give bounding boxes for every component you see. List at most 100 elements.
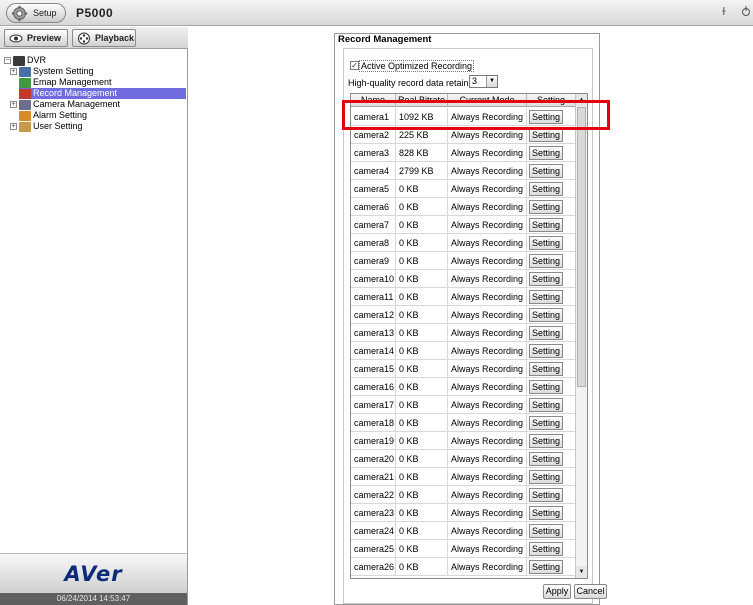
setting-button[interactable]: Setting [529,524,563,538]
table-row[interactable]: camera5 0 KB Always Recording Setting [351,180,575,198]
current-mode: Always Recording [448,234,527,252]
setting-button[interactable]: Setting [529,488,563,502]
setting-button[interactable]: Setting [529,542,563,556]
scroll-up-icon[interactable]: ▲ [576,94,587,106]
tree-node-user-setting[interactable]: + User Setting [10,121,83,132]
expand-icon[interactable]: + [10,68,17,76]
setting-cell: Setting [527,360,575,378]
setting-cell: Setting [527,540,575,558]
real-bitrate: 0 KB [396,558,448,576]
table-row[interactable]: camera18 0 KB Always Recording Setting [351,414,575,432]
camera-name: camera9 [351,252,396,270]
real-bitrate: 828 KB [396,144,448,162]
table-row[interactable]: camera22 0 KB Always Recording Setting [351,486,575,504]
scroll-thumb[interactable] [577,107,586,387]
tree-node-camera-management[interactable]: + Camera Management [10,99,120,110]
setting-button[interactable]: Setting [529,254,563,268]
setting-button[interactable]: Setting [529,560,563,574]
active-optimized-checkbox[interactable]: ✓ [350,61,359,70]
table-row[interactable]: camera15 0 KB Always Recording Setting [351,360,575,378]
table-row[interactable]: camera19 0 KB Always Recording Setting [351,432,575,450]
setting-button[interactable]: Setting [529,470,563,484]
setting-button[interactable]: Setting [529,218,563,232]
table-row[interactable]: camera14 0 KB Always Recording Setting [351,342,575,360]
table-row[interactable]: camera1 1092 KB Always Recording Setting [351,108,575,126]
setting-button[interactable]: Setting [529,290,563,304]
column-header-bitrate[interactable]: Real Bitrate [396,94,448,107]
table-row[interactable]: camera12 0 KB Always Recording Setting [351,306,575,324]
alarm-icon [19,110,31,121]
column-header-setting[interactable]: Setting [527,94,575,107]
setting-button[interactable]: Setting [529,128,563,142]
playback-button[interactable]: Playback [72,29,136,47]
preview-button[interactable]: Preview [4,29,68,47]
setting-button[interactable]: Setting [529,200,563,214]
table-row[interactable]: camera10 0 KB Always Recording Setting [351,270,575,288]
setting-button[interactable]: Setting [529,398,563,412]
setting-button[interactable]: Setting [529,308,563,322]
tree-node-alarm-setting[interactable]: Alarm Setting [19,110,87,121]
expand-icon[interactable]: + [10,101,17,109]
camera-name: camera3 [351,144,396,162]
setting-button[interactable]: Setting [529,362,563,376]
setting-button[interactable]: Setting [529,452,563,466]
tree-node-dvr[interactable]: − DVR [4,55,46,66]
camera-name: camera1 [351,108,396,126]
expand-icon[interactable]: + [10,123,17,131]
collapse-icon[interactable]: − [4,57,11,65]
retain-days-select[interactable]: 3 ▼ [469,75,498,88]
camera-name: camera24 [351,522,396,540]
setting-button[interactable]: Setting [529,434,563,448]
setting-cell: Setting [527,486,575,504]
setup-button[interactable]: Setup [6,3,66,23]
table-row[interactable]: camera13 0 KB Always Recording Setting [351,324,575,342]
camera-name: camera26 [351,558,396,576]
tree-node-emap-management[interactable]: Emap Management [19,77,112,88]
chevron-down-icon[interactable]: ▼ [486,76,497,87]
setting-button[interactable]: Setting [529,506,563,520]
product-title: P5000 [76,6,114,20]
table-row[interactable]: camera4 2799 KB Always Recording Setting [351,162,575,180]
table-row[interactable]: camera26 0 KB Always Recording Setting [351,558,575,576]
table-row[interactable]: camera9 0 KB Always Recording Setting [351,252,575,270]
tree-label: User Setting [33,121,83,131]
real-bitrate: 0 KB [396,432,448,450]
scroll-down-icon[interactable]: ▼ [576,566,587,578]
table-row[interactable]: camera20 0 KB Always Recording Setting [351,450,575,468]
setting-button[interactable]: Setting [529,182,563,196]
tree-node-record-management[interactable]: Record Management [19,88,186,99]
table-row[interactable]: camera3 828 KB Always Recording Setting [351,144,575,162]
apply-button[interactable]: Apply [543,584,571,599]
setting-button[interactable]: Setting [529,380,563,394]
camera-name: camera22 [351,486,396,504]
tree-node-system-setting[interactable]: + System Setting [10,66,94,77]
table-row[interactable]: camera17 0 KB Always Recording Setting [351,396,575,414]
power-icon[interactable] [741,5,751,17]
setting-button[interactable]: Setting [529,236,563,250]
setting-button[interactable]: Setting [529,164,563,178]
setting-button[interactable]: Setting [529,146,563,160]
setting-button[interactable]: Setting [529,326,563,340]
setting-button[interactable]: Setting [529,344,563,358]
column-header-mode[interactable]: Current Mode [448,94,527,107]
table-row[interactable]: camera21 0 KB Always Recording Setting [351,468,575,486]
current-mode: Always Recording [448,540,527,558]
column-header-name[interactable]: Name [351,94,396,107]
cancel-button[interactable]: Cancel [574,584,607,599]
table-row[interactable]: camera6 0 KB Always Recording Setting [351,198,575,216]
setting-button[interactable]: Setting [529,110,563,124]
table-row[interactable]: camera24 0 KB Always Recording Setting [351,522,575,540]
table-row[interactable]: camera23 0 KB Always Recording Setting [351,504,575,522]
setting-button[interactable]: Setting [529,416,563,430]
table-row[interactable]: camera8 0 KB Always Recording Setting [351,234,575,252]
table-row[interactable]: camera16 0 KB Always Recording Setting [351,378,575,396]
table-row[interactable]: camera11 0 KB Always Recording Setting [351,288,575,306]
table-row[interactable]: camera7 0 KB Always Recording Setting [351,216,575,234]
setting-button[interactable]: Setting [529,272,563,286]
table-scrollbar[interactable]: ▲ ▼ [575,94,587,578]
table-row[interactable]: camera2 225 KB Always Recording Setting [351,126,575,144]
minimize-icon[interactable]: ɫ [722,6,726,18]
table-row[interactable]: camera25 0 KB Always Recording Setting [351,540,575,558]
active-optimized-label[interactable]: Active Optimized Recording [359,60,475,72]
setting-cell: Setting [527,468,575,486]
